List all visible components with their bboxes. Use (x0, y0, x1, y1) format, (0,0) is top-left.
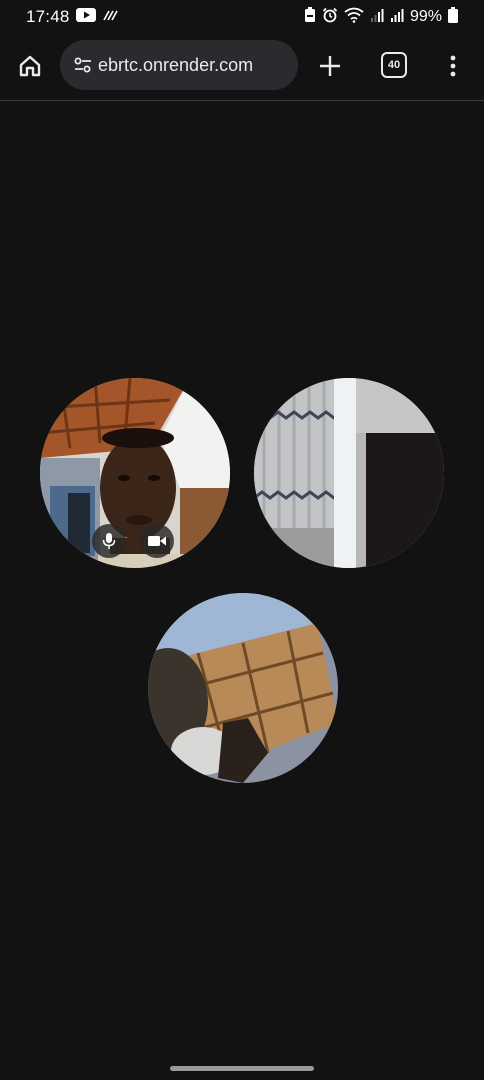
remote-video-feed (254, 378, 444, 568)
menu-button[interactable] (442, 52, 464, 80)
signal-icon (390, 7, 404, 27)
remote-video-tile[interactable] (148, 593, 338, 783)
plus-icon (320, 56, 340, 76)
camera-button[interactable] (140, 524, 174, 558)
toolbar-divider (0, 100, 484, 101)
mic-icon (102, 533, 116, 549)
status-bar: 17:48 99% (0, 0, 484, 34)
remote-video-tile[interactable] (254, 378, 444, 568)
url-text[interactable]: ebrtc.onrender.com (98, 55, 253, 76)
address-bar[interactable]: ebrtc.onrender.com (60, 40, 298, 90)
alarm-icon (322, 7, 338, 28)
remote-video-feed (148, 593, 338, 783)
clock: 17:48 (26, 7, 70, 26)
home-icon (19, 55, 41, 77)
local-video-tile[interactable] (40, 378, 230, 568)
status-right: 99% (304, 6, 458, 28)
battery-saver-icon (304, 6, 316, 28)
browser-toolbar: ebrtc.onrender.com 40 (0, 34, 484, 100)
youtube-icon (75, 7, 96, 27)
status-left: 17:48 (26, 7, 118, 27)
home-button[interactable] (16, 52, 44, 80)
app-screen: 17:48 99% ebrtc.onrender.com 40 (0, 0, 484, 1080)
more-vert-icon (450, 55, 456, 77)
tune-icon[interactable] (72, 54, 94, 76)
new-tab-button[interactable] (316, 52, 344, 80)
local-video-feed (40, 378, 230, 568)
mic-button[interactable] (92, 524, 126, 558)
gesture-nav-bar[interactable] (170, 1066, 314, 1071)
wifi-icon (344, 7, 364, 28)
tab-switcher-button[interactable]: 40 (381, 52, 407, 78)
battery-percent: 99% (409, 8, 442, 25)
data-saver-icon (102, 7, 118, 27)
videocam-icon (148, 536, 166, 546)
battery-icon (448, 6, 458, 28)
signal-icon (370, 7, 384, 27)
